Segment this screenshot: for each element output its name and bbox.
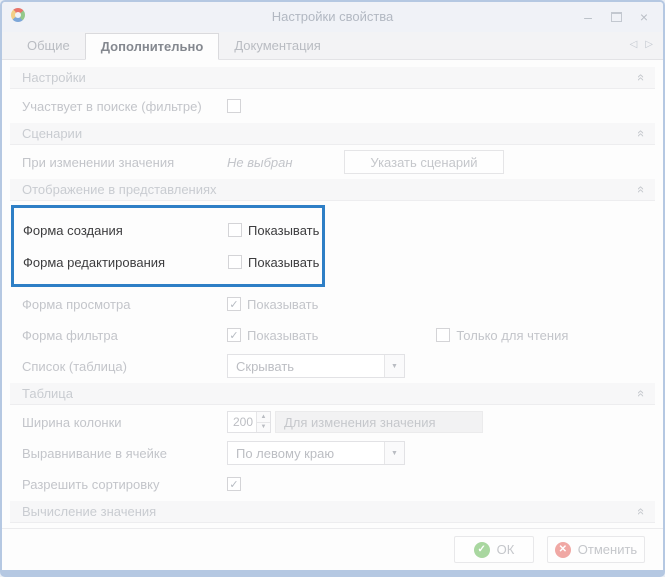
row-cell-alignment: Выравнивание в ячейке По левому краю ▼ [10,439,655,467]
show-label: Показывать [247,327,319,343]
tab-documentation[interactable]: Документация [219,33,336,60]
tab-content-advanced: Настройки « Участвует в поиске (фильтре)… [2,60,663,554]
column-width-value: 200 [232,415,253,429]
window-title: Настройки свойства [271,9,394,24]
show-label: Показывать [247,296,319,312]
section-title: Отображение в представлениях [22,182,217,197]
dropdown-arrow-icon[interactable]: ▼ [384,355,404,377]
on-change-label: При изменении значения [22,154,175,170]
cell-alignment-dropdown-value: По левому краю [236,445,335,461]
allow-sorting-checkbox[interactable]: ✓ [227,477,241,491]
row-list-table: Список (таблица) Скрывать ▼ [10,352,655,380]
section-title: Вычисление значения [22,504,157,519]
spinner-buttons: ▲ ▼ [256,412,270,432]
column-width-spinner[interactable]: 200 ▲ ▼ [227,411,271,433]
row-edit-form: Форма редактирования Показывать [14,248,322,276]
collapse-icon[interactable]: « [634,390,649,397]
tab-scroll-arrows: ◁ ▷ [630,39,653,50]
list-table-dropdown-value: Скрывать [236,358,295,374]
column-width-label: Ширина колонки [22,414,122,430]
create-form-show-group: Показывать [228,223,319,238]
collapse-icon[interactable]: « [634,130,649,137]
row-column-width: Ширина колонки 200 ▲ ▼ Для изменения зна… [10,408,655,436]
edit-form-show-group: Показывать [228,255,319,270]
show-label: Показывать [248,254,320,270]
spinner-up-icon[interactable]: ▲ [257,412,270,422]
filter-form-label: Форма фильтра [22,327,118,343]
on-change-value: Не выбран [227,154,293,170]
highlight-box: Форма создания Показывать Форма редактир… [11,205,325,287]
section-header-display[interactable]: Отображение в представлениях « [10,179,655,201]
filter-form-show-checkbox[interactable]: ✓ [227,328,241,342]
footer: ✓ ОК ✕ Отменить [2,528,663,570]
window-controls: – × [577,7,655,27]
spinner-down-icon[interactable]: ▼ [257,421,270,432]
cancel-button-label: Отменить [577,542,638,557]
section-header-calculation[interactable]: Вычисление значения « [10,501,655,523]
show-label: Показывать [248,222,320,238]
dropdown-arrow-icon[interactable]: ▼ [384,442,404,464]
section-title: Таблица [22,386,73,401]
ok-button-label: ОК [496,542,515,557]
ok-button[interactable]: ✓ ОК [454,536,534,563]
search-filter-label: Участвует в поиске (фильтре) [22,98,202,114]
filter-form-readonly-group: Только для чтения [436,328,568,343]
create-form-label: Форма создания [23,222,123,238]
tab-scroll-left-icon[interactable]: ◁ [630,39,638,50]
cancel-button[interactable]: ✕ Отменить [547,536,645,563]
maximize-icon [610,12,622,22]
section-header-table[interactable]: Таблица « [10,383,655,405]
tabstrip: Общие Дополнительно Документация ◁ ▷ [2,32,663,60]
tab-general[interactable]: Общие [12,33,85,60]
row-create-form: Форма создания Показывать [14,216,322,244]
readonly-label: Только для чтения [456,327,569,343]
cancel-cross-icon: ✕ [554,541,571,558]
list-table-label: Список (таблица) [22,358,127,374]
allow-sorting-label: Разрешить сортировку [22,476,160,492]
edit-form-label: Форма редактирования [23,254,166,270]
row-view-form: Форма просмотра ✓ Показывать [10,290,655,318]
create-form-show-checkbox[interactable] [228,223,242,237]
collapse-icon[interactable]: « [634,74,649,81]
row-on-change: При изменении значения Не выбран Указать… [10,148,655,176]
filter-form-readonly-checkbox[interactable] [436,328,451,342]
section-header-scenarios[interactable]: Сценарии « [10,123,655,145]
collapse-icon[interactable]: « [634,186,649,193]
cell-alignment-label: Выравнивание в ячейке [22,445,167,461]
column-width-hint-field[interactable]: Для изменения значения [275,411,483,433]
section-header-settings[interactable]: Настройки « [10,67,655,89]
view-form-show-group: ✓ Показывать [227,297,318,312]
ok-check-icon: ✓ [473,541,490,558]
titlebar: Настройки свойства – × [2,2,663,32]
section-title: Настройки [22,70,86,85]
view-form-show-checkbox[interactable]: ✓ [227,297,241,311]
collapse-icon[interactable]: « [634,508,649,515]
cell-alignment-dropdown[interactable]: По левому краю ▼ [227,441,405,465]
tab-scroll-right-icon[interactable]: ▷ [645,39,653,50]
section-title: Сценарии [22,126,83,141]
minimize-button[interactable]: – [577,7,599,27]
list-table-dropdown[interactable]: Скрывать ▼ [227,354,405,378]
property-settings-window: Настройки свойства – × Общие Дополнитель… [0,0,665,577]
row-allow-sorting: Разрешить сортировку ✓ [10,470,655,498]
close-button[interactable]: × [633,7,655,27]
edit-form-show-checkbox[interactable] [228,255,242,269]
search-filter-checkbox[interactable] [227,99,241,113]
row-filter-form: Форма фильтра ✓ Показывать Только для чт… [10,321,655,349]
row-search-filter: Участвует в поиске (фильтре) [10,92,655,120]
filter-form-show-group: ✓ Показывать [227,328,318,343]
set-scenario-button[interactable]: Указать сценарий [344,150,504,174]
view-form-label: Форма просмотра [22,296,131,312]
maximize-button[interactable] [605,7,627,27]
tab-advanced[interactable]: Дополнительно [84,33,220,60]
